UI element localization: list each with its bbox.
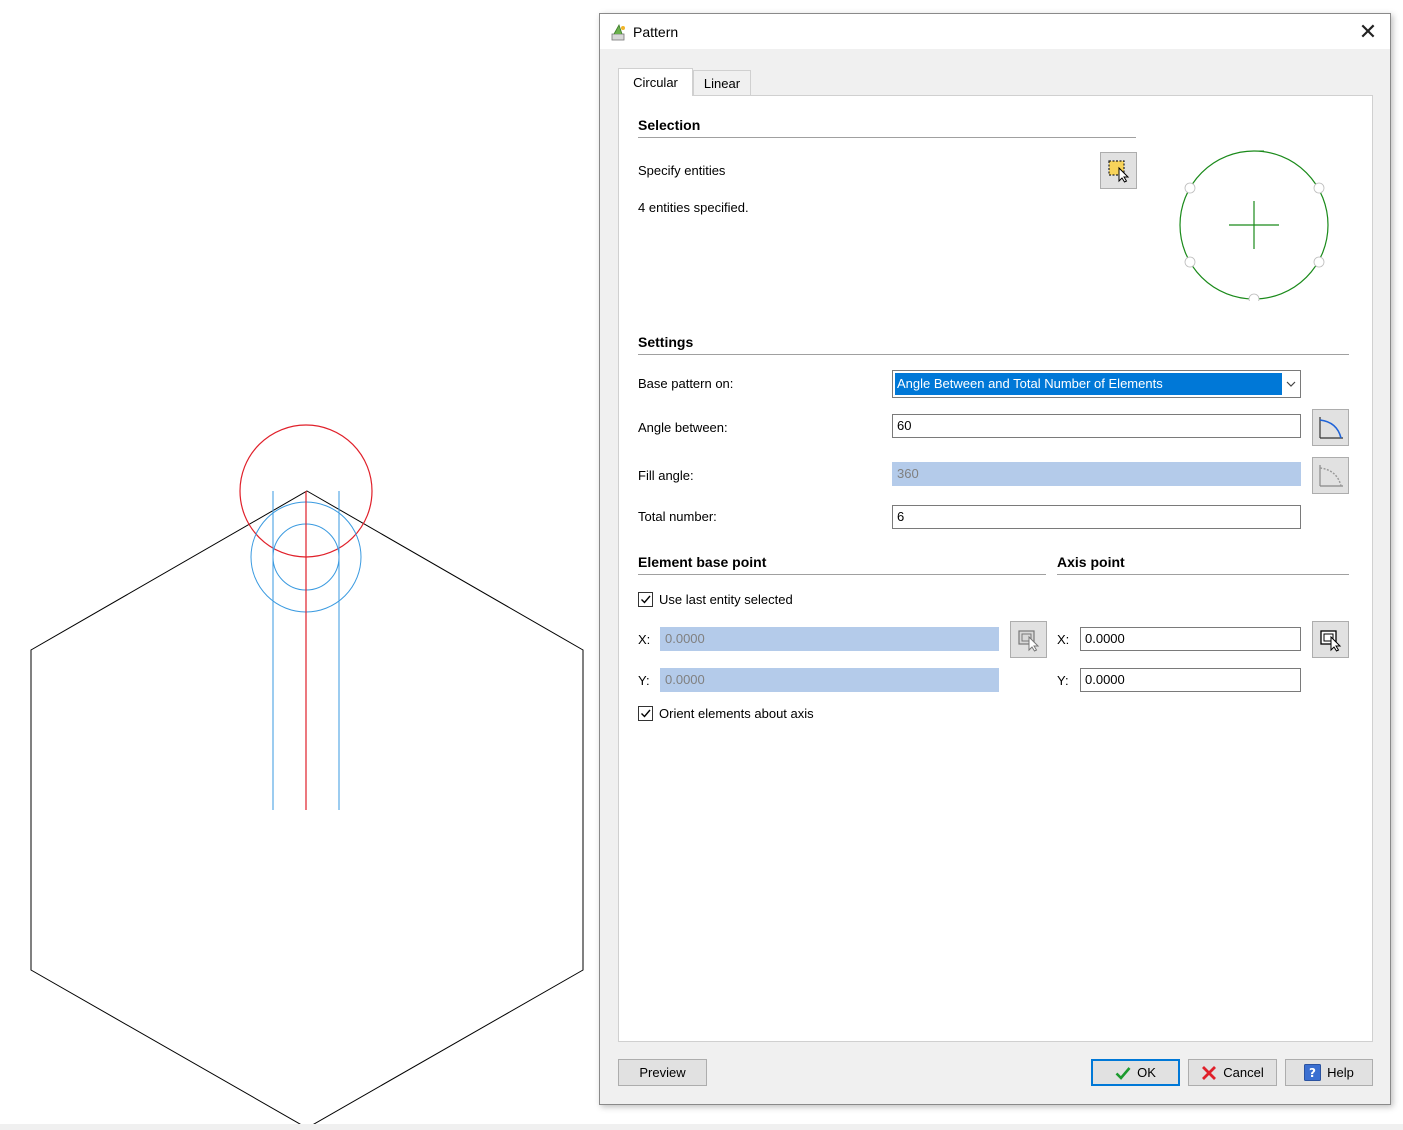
tab-circular[interactable]: Circular: [618, 68, 693, 96]
select-entities-button[interactable]: [1100, 152, 1137, 189]
pick-fill-angle-button[interactable]: [1312, 457, 1349, 494]
checkmark-icon: [1115, 1066, 1131, 1080]
pattern-dialog: Pattern ✕ Circular Linear Selection Spec…: [599, 13, 1391, 1105]
help-icon: ?: [1304, 1064, 1322, 1081]
base-pattern-value: Angle Between and Total Number of Elemen…: [895, 373, 1282, 395]
base-pattern-label: Base pattern on:: [638, 376, 734, 391]
angle-between-label: Angle between:: [638, 420, 728, 435]
selection-separator: [638, 137, 1136, 138]
pattern-app-icon: [611, 24, 625, 41]
selection-section-title: Selection: [638, 117, 701, 133]
cancel-button-label: Cancel: [1223, 1065, 1264, 1080]
close-button[interactable]: ✕: [1346, 14, 1390, 49]
orient-elements-checkbox[interactable]: [638, 706, 653, 721]
settings-separator: [638, 354, 1349, 355]
title-bar[interactable]: Pattern ✕: [600, 14, 1390, 49]
element-base-point-title: Element base point: [638, 554, 767, 570]
axis-point-title: Axis point: [1057, 554, 1125, 570]
base-x-label: X:: [638, 632, 651, 647]
base-x-input[interactable]: 0.0000: [660, 627, 999, 651]
select-entities-icon: [1107, 159, 1129, 183]
dialog-title: Pattern: [633, 24, 679, 40]
hexagon-shape[interactable]: [30, 490, 584, 1129]
fill-angle-input[interactable]: 360: [892, 462, 1301, 486]
checkmark-icon: [641, 595, 651, 604]
orient-elements-label[interactable]: Orient elements about axis: [659, 706, 814, 721]
axis-x-input[interactable]: 0.0000: [1080, 627, 1301, 651]
tab-linear-label: Linear: [703, 75, 741, 91]
axis-y-label: Y:: [1057, 673, 1069, 688]
help-button-label: Help: [1327, 1065, 1354, 1080]
axis-y-input[interactable]: 0.0000: [1080, 668, 1301, 692]
circular-tab-panel: Selection Specify entities 4 entities sp…: [618, 95, 1373, 1042]
fill-angle-label: Fill angle:: [638, 468, 694, 483]
pick-axis-point-button[interactable]: [1312, 621, 1349, 658]
preview-button[interactable]: Preview: [618, 1059, 707, 1086]
tab-linear[interactable]: Linear: [693, 70, 751, 96]
use-last-entity-label[interactable]: Use last entity selected: [659, 592, 793, 607]
tab-circular-label: Circular: [633, 75, 678, 90]
drawing-canvas[interactable]: [0, 0, 600, 1130]
entities-status-text: 4 entities specified.: [638, 200, 749, 215]
pick-base-point-button[interactable]: [1010, 621, 1047, 658]
ok-button[interactable]: OK: [1091, 1059, 1180, 1086]
element-base-point-separator: [638, 574, 1046, 575]
preview-button-label: Preview: [639, 1065, 686, 1080]
base-y-label: Y:: [638, 673, 650, 688]
chevron-down-icon[interactable]: [1282, 371, 1300, 397]
pick-point-icon: [1319, 629, 1341, 652]
pattern-preview-icon: [1179, 150, 1329, 301]
svg-text:?: ?: [1309, 1066, 1316, 1080]
base-y-input[interactable]: 0.0000: [660, 668, 999, 692]
cancel-x-icon: [1202, 1065, 1217, 1080]
specify-entities-label: Specify entities: [638, 163, 726, 178]
axis-point-separator: [1057, 574, 1349, 575]
cancel-button[interactable]: Cancel: [1188, 1059, 1277, 1086]
pick-point-icon: [1017, 629, 1039, 652]
base-pattern-select[interactable]: Angle Between and Total Number of Elemen…: [892, 370, 1301, 398]
axis-x-label: X:: [1057, 632, 1070, 647]
angle-between-input[interactable]: 60: [892, 414, 1301, 438]
fill-angle-pick-icon: [1318, 464, 1343, 487]
total-number-input[interactable]: 6: [892, 505, 1301, 529]
use-last-entity-checkbox[interactable]: [638, 592, 653, 607]
close-icon[interactable]: ✕: [1359, 19, 1377, 45]
total-number-label: Total number:: [638, 509, 717, 524]
help-button[interactable]: ? Help: [1285, 1059, 1373, 1086]
angle-pick-icon: [1318, 416, 1343, 439]
ok-button-label: OK: [1137, 1065, 1156, 1080]
checkmark-icon: [641, 709, 651, 718]
pick-angle-between-button[interactable]: [1312, 409, 1349, 446]
status-strip: [0, 1124, 1403, 1130]
settings-section-title: Settings: [638, 334, 694, 350]
